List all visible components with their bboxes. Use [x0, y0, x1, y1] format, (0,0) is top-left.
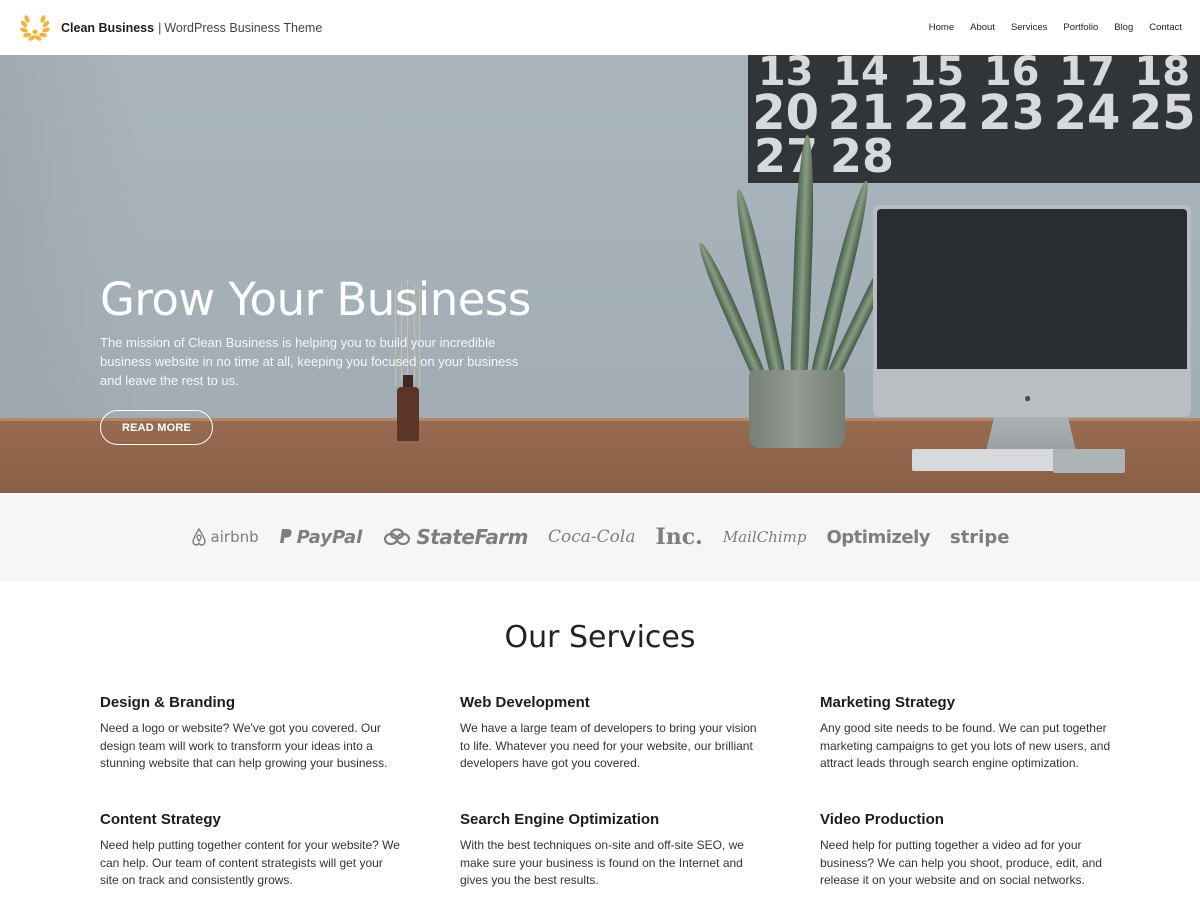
service-title: Search Engine Optimization — [460, 811, 660, 828]
paypal-text: PayPal — [296, 526, 363, 548]
service-description: Need a logo or website? We've got you co… — [100, 721, 388, 770]
nav-portfolio[interactable]: Portfolio — [1063, 22, 1098, 33]
airbnb-logo: airbnb — [191, 528, 259, 546]
nav-services[interactable]: Services — [1011, 22, 1047, 33]
nav-blog[interactable]: Blog — [1114, 22, 1133, 33]
airbnb-icon — [191, 528, 206, 546]
airbnb-text: airbnb — [210, 528, 259, 546]
service-card: Video Production Need help for putting t… — [820, 811, 1120, 890]
laurel-logo-icon[interactable] — [18, 11, 52, 45]
paypal-logo: PayPal — [279, 526, 363, 548]
coca-cola-logo: Coca-Cola — [548, 527, 636, 547]
statefarm-text: StateFarm — [416, 525, 529, 549]
client-logos: airbnb PayPal StateFarm Coca-Cola Inc. M… — [0, 493, 1200, 581]
service-title: Marketing Strategy — [820, 694, 956, 711]
paypal-icon — [279, 529, 292, 543]
main-nav: Home About Services Portfolio Blog Conta… — [929, 0, 1182, 55]
services-title: Our Services — [504, 620, 696, 655]
nav-about[interactable]: About — [970, 22, 995, 33]
title-separator: | — [158, 21, 162, 35]
read-more-button[interactable]: READ MORE — [100, 410, 213, 445]
site-header: Clean Business | WordPress Business Them… — [0, 0, 1200, 55]
nav-contact[interactable]: Contact — [1149, 22, 1182, 33]
service-title: Design & Branding — [100, 694, 236, 711]
stripe-logo: stripe — [949, 526, 1010, 548]
mailchimp-logo: MailChimp — [722, 528, 807, 546]
site-tagline: WordPress Business Theme — [164, 21, 323, 35]
service-title: Web Development — [460, 694, 590, 711]
service-card: Content Strategy Need help putting toget… — [100, 811, 400, 890]
statefarm-logo: StateFarm — [382, 525, 529, 549]
service-card: Design & Branding Need a logo or website… — [100, 694, 400, 773]
service-description: We have a large team of developers to br… — [460, 721, 757, 770]
service-card: Search Engine Optimization With the best… — [460, 811, 760, 890]
service-description: Need help for putting together a video a… — [820, 838, 1102, 887]
site-title[interactable]: Clean Business — [61, 21, 154, 35]
hero-description: The mission of Clean Business is helping… — [100, 335, 519, 388]
inc-logo: Inc. — [655, 524, 703, 550]
statefarm-icon — [384, 528, 411, 546]
hero-title: Grow Your Business — [100, 273, 531, 326]
site-branding[interactable]: Clean Business | WordPress Business Them… — [18, 11, 322, 45]
nav-home[interactable]: Home — [929, 22, 954, 33]
service-description: Need help putting together content for y… — [100, 838, 400, 887]
optimizely-logo: Optimizely — [826, 526, 931, 548]
service-description: Any good site needs to be found. We can … — [820, 721, 1111, 770]
hero-section: 13 14 15 16 17 18 20 21 22 23 24 25 27 2… — [0, 55, 1200, 493]
service-card: Web Development We have a large team of … — [460, 694, 760, 773]
service-card: Marketing Strategy Any good site needs t… — [820, 694, 1120, 773]
service-title: Content Strategy — [100, 811, 221, 828]
service-title: Video Production — [820, 811, 944, 828]
service-description: With the best techniques on-site and off… — [460, 838, 744, 887]
